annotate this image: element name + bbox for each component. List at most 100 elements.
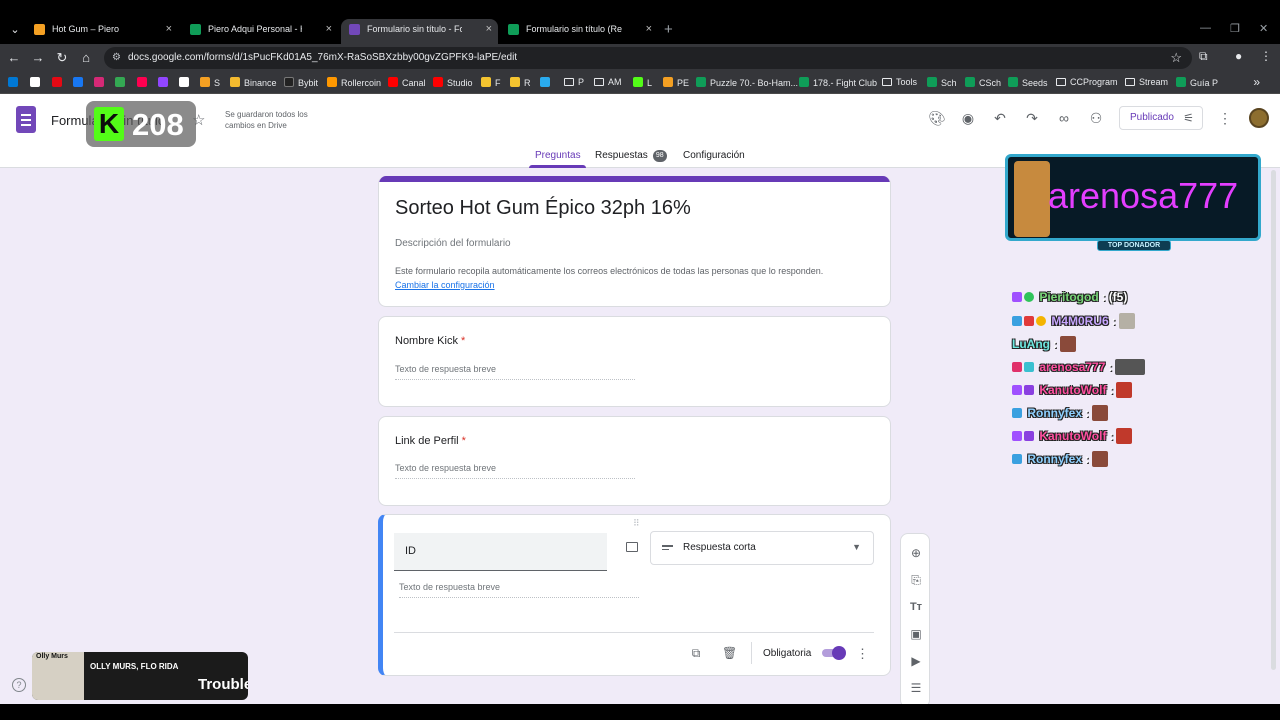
add-video-icon[interactable]: ▶ bbox=[908, 653, 924, 669]
bookmark-icon-instagram[interactable] bbox=[94, 77, 108, 88]
delete-icon[interactable]: 🗑︎ bbox=[722, 646, 737, 660]
question-card-link-perfil[interactable]: Link de Perfil * Texto de respuesta breve bbox=[378, 416, 891, 506]
bookmark-fight-club[interactable]: 178.- Fight Club bbox=[799, 77, 877, 88]
reload-icon[interactable]: ↻ bbox=[54, 50, 70, 66]
bookmark-folder-tools[interactable]: Tools bbox=[882, 77, 917, 87]
link-icon[interactable]: ∞ bbox=[1056, 110, 1072, 126]
home-icon[interactable]: ⌂ bbox=[78, 50, 94, 65]
form-description[interactable]: Descripción del formulario bbox=[395, 238, 511, 249]
bookmark-studio[interactable]: Studio bbox=[433, 77, 473, 88]
bookmark-binance[interactable]: Binance bbox=[230, 77, 277, 88]
url-text[interactable]: docs.google.com/forms/d/1sPucFKd01A5_76m… bbox=[128, 52, 517, 63]
import-questions-icon[interactable]: ⎘ bbox=[908, 572, 924, 588]
minimize-icon[interactable]: — bbox=[1200, 22, 1211, 34]
add-image-icon[interactable]: ▣ bbox=[908, 626, 924, 642]
tab-forms-responses[interactable]: Formulario sin título (Respuesta... × bbox=[500, 19, 658, 44]
back-icon[interactable]: ← bbox=[6, 50, 22, 65]
bookmark-seeds[interactable]: Seeds bbox=[1008, 77, 1048, 88]
add-title-icon[interactable]: Tт bbox=[908, 599, 924, 615]
duplicate-icon[interactable]: ⧉ bbox=[689, 646, 703, 660]
bookmark-sch[interactable]: Sch bbox=[927, 77, 957, 88]
bookmark-star-icon[interactable]: ☆ bbox=[1170, 50, 1182, 66]
bookmark-icon-tiktok[interactable] bbox=[137, 77, 151, 88]
tab-close-icon[interactable]: × bbox=[646, 19, 652, 40]
site-info-icon[interactable]: ⚙ bbox=[112, 52, 121, 63]
bookmark-puzzle[interactable]: Puzzle 70.- Bo-Ham... bbox=[696, 77, 798, 88]
restore-icon[interactable]: ❐ bbox=[1230, 22, 1240, 35]
question-type-select[interactable]: Respuesta corta ▼ bbox=[650, 531, 874, 565]
bookmark-icon-twitch[interactable] bbox=[158, 77, 172, 88]
tab-respuestas[interactable]: Respuestas 98 bbox=[595, 150, 667, 162]
form-title-card[interactable]: Sorteo Hot Gum Épico 32ph 16% Descripció… bbox=[378, 176, 891, 307]
tab-configuracion[interactable]: Configuración bbox=[683, 150, 745, 161]
bookmark-icon-telegram[interactable] bbox=[540, 77, 554, 88]
form-title[interactable]: Sorteo Hot Gum Épico 32ph 16% bbox=[395, 197, 691, 220]
address-bar[interactable]: ⚙ docs.google.com/forms/d/1sPucFKd01A5_7… bbox=[104, 47, 1192, 69]
sheets-favicon bbox=[190, 24, 201, 35]
required-toggle[interactable] bbox=[820, 646, 846, 660]
emote-icon bbox=[1116, 382, 1133, 398]
publish-settings-icon: ⚟ bbox=[1183, 111, 1194, 125]
tab-sheets[interactable]: Piero Adqui Personal - Hojas de... × bbox=[182, 19, 338, 44]
bookmark-pe[interactable]: PE bbox=[663, 77, 689, 88]
forward-icon[interactable]: → bbox=[30, 50, 46, 65]
scrollbar[interactable] bbox=[1271, 170, 1276, 670]
bookmark-canal[interactable]: Canal bbox=[388, 77, 426, 88]
help-icon[interactable]: ? bbox=[12, 678, 26, 692]
add-section-icon[interactable]: ☰ bbox=[908, 680, 924, 696]
redo-icon[interactable]: ↷ bbox=[1024, 110, 1040, 126]
question-more-icon[interactable]: ⋮ bbox=[856, 646, 869, 662]
change-settings-link[interactable]: Cambiar la configuración bbox=[395, 280, 495, 290]
tab-forms-active[interactable]: Formulario sin título - Formular... × bbox=[341, 19, 498, 44]
bookmark-folder-stream[interactable]: Stream bbox=[1125, 77, 1168, 87]
bookmark-l[interactable]: L bbox=[633, 77, 652, 88]
tab-hot-gum[interactable]: Hot Gum – Piero × bbox=[26, 19, 178, 44]
bookmark-icon-drive[interactable] bbox=[115, 77, 129, 88]
bookmark-guia-p[interactable]: Guía P bbox=[1176, 77, 1218, 88]
album-art: Olly Murs bbox=[32, 652, 84, 700]
new-tab-button[interactable]: + bbox=[664, 21, 673, 38]
palette-icon[interactable]: 🎨︎ bbox=[928, 110, 946, 126]
bookmarks-overflow-icon[interactable]: » bbox=[1253, 75, 1260, 89]
add-collaborator-icon[interactable]: ⚇ bbox=[1088, 110, 1104, 126]
bookmark-icon-threads[interactable] bbox=[30, 77, 44, 88]
top-donor-name: arenosa777 bbox=[1048, 175, 1239, 216]
card-divider bbox=[394, 632, 874, 633]
tab-close-icon[interactable]: × bbox=[486, 19, 492, 40]
bookmark-icon-netflix[interactable] bbox=[52, 77, 66, 88]
preview-eye-icon[interactable]: ◉ bbox=[960, 110, 976, 126]
tab-close-icon[interactable]: × bbox=[166, 19, 172, 40]
google-forms-logo[interactable] bbox=[16, 106, 36, 133]
bookmark-csch[interactable]: CSch bbox=[965, 77, 1001, 88]
close-window-icon[interactable]: ✕ bbox=[1259, 22, 1268, 35]
notice-text: Este formulario recopila automáticamente… bbox=[395, 266, 824, 276]
add-image-icon[interactable] bbox=[626, 542, 638, 552]
bookmark-icon-outlook[interactable] bbox=[8, 77, 22, 88]
drag-handle-icon[interactable]: ⠿ bbox=[633, 518, 641, 529]
add-question-icon[interactable]: ⊕ bbox=[908, 545, 924, 561]
bookmark-folder-am[interactable]: AM bbox=[594, 77, 622, 87]
question-title-input[interactable]: ID bbox=[394, 533, 607, 571]
bookmark-folder-p[interactable]: P bbox=[564, 77, 584, 87]
bookmark-icon-x[interactable] bbox=[179, 77, 193, 88]
badge-icon bbox=[1012, 408, 1022, 418]
bookmark-s[interactable]: S bbox=[200, 77, 220, 88]
extensions-icon[interactable]: ⧉ bbox=[1199, 49, 1208, 64]
bookmark-r[interactable]: R bbox=[510, 77, 531, 88]
bookmark-f[interactable]: F bbox=[481, 77, 501, 88]
tab-close-icon[interactable]: × bbox=[326, 19, 332, 40]
avatar[interactable] bbox=[1249, 108, 1269, 128]
tab-search-button[interactable]: ⌄ bbox=[6, 22, 24, 38]
undo-icon[interactable]: ↶ bbox=[992, 110, 1008, 126]
bookmark-folder-ccprogram[interactable]: CCProgram bbox=[1056, 77, 1118, 87]
bookmark-icon-facebook[interactable] bbox=[73, 77, 87, 88]
more-options-icon[interactable]: ⋮ bbox=[1218, 110, 1232, 127]
question-card-id-active[interactable]: ⠿ ID Respuesta corta ▼ Texto de respuest… bbox=[378, 514, 891, 676]
profile-icon[interactable]: ● bbox=[1235, 49, 1242, 63]
bookmark-rollercoin[interactable]: Rollercoin bbox=[327, 77, 381, 88]
bookmark-bybit[interactable]: Bybit bbox=[284, 77, 318, 88]
tab-preguntas[interactable]: Preguntas bbox=[535, 150, 581, 161]
question-card-nombre-kick[interactable]: Nombre Kick * Texto de respuesta breve bbox=[378, 316, 891, 407]
browser-menu-icon[interactable]: ⋮ bbox=[1260, 49, 1272, 63]
publish-button[interactable]: Publicado ⚟ bbox=[1119, 106, 1203, 130]
